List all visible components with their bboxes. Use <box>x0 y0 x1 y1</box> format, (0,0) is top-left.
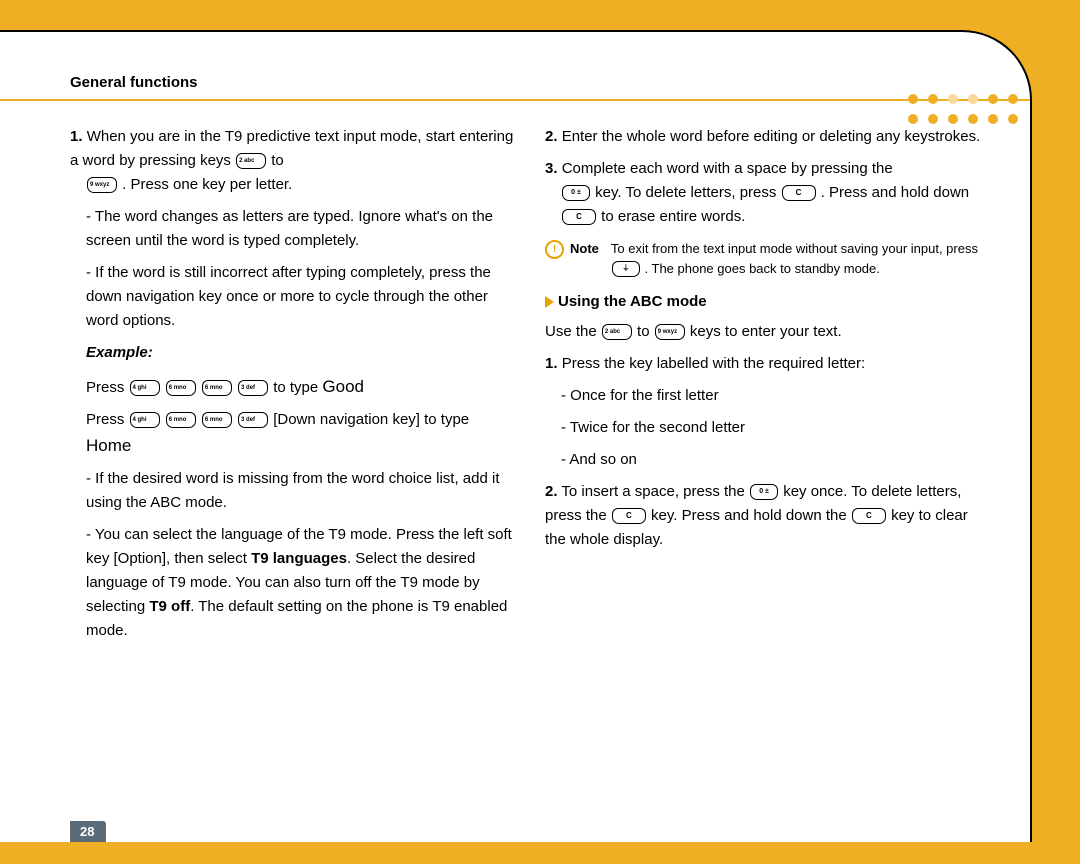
key-6-icon: 6 mno <box>166 412 196 428</box>
key-end-icon: ⏚ <box>612 261 640 277</box>
content-columns: 1. When you are in the T9 predictive tex… <box>0 101 1030 651</box>
key-3-icon: 3 def <box>238 412 268 428</box>
abc-step-1c: - And so on <box>545 448 990 472</box>
abc-step-2: 2. To insert a space, press the 0 ± key … <box>545 480 990 552</box>
abc-step-1a: - Once for the first letter <box>545 384 990 408</box>
key-2-icon: 2 abc <box>602 324 632 340</box>
step-1-bullet-2: - If the word is still incorrect after t… <box>70 261 515 333</box>
step-1-bullet-3: - If the desired word is missing from th… <box>70 467 515 515</box>
page-number: 28 <box>70 821 106 842</box>
key-0-icon: 0 ± <box>750 484 778 500</box>
key-c-icon: C <box>782 185 816 201</box>
key-4-icon: 4 ghi <box>130 412 160 428</box>
step-1-bullet-4: - You can select the language of the T9 … <box>70 523 515 643</box>
note-body: To exit from the text input mode without… <box>611 239 990 278</box>
note-label: Note <box>570 239 599 278</box>
page-title: General functions <box>0 32 1030 101</box>
example-line-2: Press 4 ghi 6 mno 6 mno 3 def [Down navi… <box>70 408 515 459</box>
key-6-icon: 6 mno <box>202 412 232 428</box>
key-c-icon: C <box>612 508 646 524</box>
key-c-icon: C <box>562 209 596 225</box>
right-column: 2. Enter the whole word before editing o… <box>545 125 990 651</box>
triangle-icon <box>545 296 554 308</box>
abc-step-1: 1. Press the key labelled with the requi… <box>545 352 990 376</box>
warning-icon: ! <box>545 240 564 259</box>
key-c-icon: C <box>852 508 886 524</box>
step-3: 3. Complete each word with a space by pr… <box>545 157 990 229</box>
key-6-icon: 6 mno <box>166 380 196 396</box>
step-2: 2. Enter the whole word before editing o… <box>545 125 990 149</box>
key-0-icon: 0 ± <box>562 185 590 201</box>
example-label: Example: <box>70 341 515 365</box>
step-1-bullet-1: - The word changes as letters are typed.… <box>70 205 515 253</box>
abc-step-1b: - Twice for the second letter <box>545 416 990 440</box>
key-2-icon: 2 abc <box>236 153 266 169</box>
decorative-dots <box>908 94 1018 124</box>
key-9-icon: 9 wxyz <box>87 177 117 193</box>
key-4-icon: 4 ghi <box>130 380 160 396</box>
left-column: 1. When you are in the T9 predictive tex… <box>70 125 515 651</box>
step-1: 1. When you are in the T9 predictive tex… <box>70 125 515 197</box>
page-frame: General functions 1. When you are in the… <box>0 30 1032 842</box>
key-6-icon: 6 mno <box>202 380 232 396</box>
example-line-1: Press 4 ghi 6 mno 6 mno 3 def to type Go… <box>70 373 515 400</box>
key-9-icon: 9 wxyz <box>655 324 685 340</box>
key-3-icon: 3 def <box>238 380 268 396</box>
subheading-abc-mode: Using the ABC mode <box>545 290 990 314</box>
note-block: ! Note To exit from the text input mode … <box>545 239 990 278</box>
abc-intro: Use the 2 abc to 9 wxyz keys to enter yo… <box>545 320 990 344</box>
